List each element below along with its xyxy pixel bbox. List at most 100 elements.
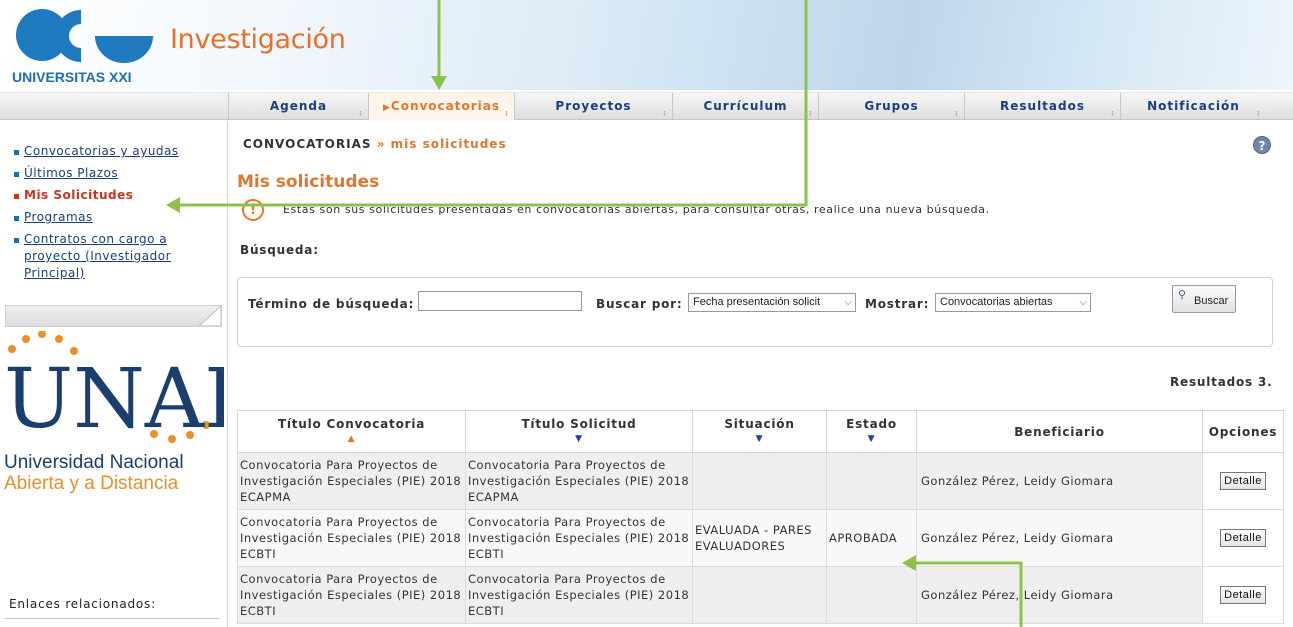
- nav-label: Currículum: [703, 99, 788, 113]
- search-button[interactable]: ⚲ Buscar: [1172, 285, 1236, 313]
- sidebar-link[interactable]: Contratos con cargo a proyecto (Investig…: [24, 232, 171, 280]
- col-titulo-solicitud[interactable]: Título Solicitud ▼: [465, 410, 693, 453]
- results-count: Resultados 3.: [1170, 375, 1273, 389]
- search-term-input[interactable]: [418, 291, 582, 311]
- show-value: Convocatorias abiertas: [940, 296, 1053, 308]
- sidebar-link[interactable]: Mis Solicitudes: [24, 188, 133, 202]
- breadcrumb-current: mis solicitudes: [390, 137, 507, 151]
- org-name: UNIVERSITAS XXI: [12, 69, 132, 85]
- table-row: Convocatoria Para Proyectos de Investiga…: [237, 566, 1284, 624]
- col-opciones: Opciones: [1202, 410, 1284, 453]
- cell-solicitud: Convocatoria Para Proyectos de Investiga…: [465, 509, 693, 567]
- nav-label: Convocatorias: [390, 99, 501, 113]
- divider: [5, 618, 220, 619]
- search-term-label: Término de búsqueda:: [248, 297, 415, 311]
- main-nav: Agenda ⁞ ▶Convocatorias ⁞ Proyectos ⁞ Currí…: [0, 92, 1293, 120]
- nav-grupos[interactable]: Grupos ⁞: [818, 93, 964, 120]
- help-icon[interactable]: ?: [1253, 136, 1271, 154]
- search-icon: ⚲: [1178, 289, 1187, 301]
- sort-desc-icon[interactable]: ▼: [827, 434, 916, 444]
- sort-asc-icon[interactable]: ▲: [238, 434, 465, 444]
- table-header-row: Título Convocatoria ▲ Título Solicitud ▼ S…: [237, 410, 1284, 453]
- nav-label: Resultados: [1000, 99, 1085, 113]
- cell-solicitud: Convocatoria Para Proyectos de Investiga…: [465, 566, 693, 624]
- col-estado[interactable]: Estado ▼: [826, 410, 917, 453]
- sidebar-item-ultimos-plazos: Últimos Plazos: [14, 165, 224, 182]
- universitas-logo-icon: [16, 9, 153, 63]
- grip-icon: ⁞: [359, 110, 363, 118]
- cell-opciones: Detalle: [1202, 452, 1284, 510]
- sidebar-link[interactable]: Programas: [24, 210, 93, 224]
- chevron-down-icon: ⌵: [1079, 297, 1087, 308]
- search-heading: Búsqueda:: [240, 243, 319, 257]
- column-label: Beneficiario: [1014, 424, 1105, 439]
- grip-icon: ⁞: [809, 110, 813, 118]
- column-label: Título Solicitud: [521, 417, 637, 431]
- cell-beneficiario: González Pérez, Leidy Giomara: [916, 509, 1203, 567]
- institution-name-line1: Universidad Nacional: [4, 452, 184, 473]
- sidebar-item-contratos: Contratos con cargo a proyecto (Investig…: [14, 231, 224, 282]
- nav-proyectos[interactable]: Proyectos ⁞: [514, 93, 672, 120]
- cell-convocatoria: Convocatoria Para Proyectos de Investiga…: [237, 452, 466, 510]
- cell-situacion: [692, 452, 827, 510]
- col-situacion[interactable]: Situación ▼: [692, 410, 827, 453]
- requests-table: Título Convocatoria ▲ Título Solicitud ▼ S…: [237, 410, 1284, 624]
- show-select[interactable]: Convocatorias abiertas ⌵: [935, 293, 1091, 312]
- institution-name: Universidad Nacional Abierta y a Distanc…: [4, 452, 184, 494]
- column-label: Estado: [846, 417, 897, 431]
- grip-icon: ⁞: [1257, 110, 1261, 118]
- nav-label: Proyectos: [555, 99, 632, 113]
- grip-icon: ⁞: [663, 110, 667, 118]
- related-links-label: Enlaces relacionados:: [9, 597, 156, 611]
- detail-button[interactable]: Detalle: [1220, 472, 1266, 490]
- cell-opciones: Detalle: [1202, 509, 1284, 567]
- page-fold-icon: [199, 306, 221, 326]
- breadcrumb-section[interactable]: CONVOCATORIAS: [243, 137, 372, 151]
- nav-notificacion[interactable]: Notificación ⁞: [1120, 93, 1266, 120]
- nav-resultados[interactable]: Resultados ⁞: [964, 93, 1120, 120]
- page: Investigación UNIVERSITAS XXI Agenda ⁞ ▶C…: [0, 0, 1293, 627]
- search-by-value: Fecha presentación solicit: [693, 296, 821, 308]
- column-label: Situación: [724, 417, 795, 431]
- cell-estado: [826, 566, 917, 624]
- sidebar-menu: Convocatorias y ayudas Últimos Plazos Mi…: [14, 143, 224, 287]
- sidebar-item-mis-solicitudes: Mis Solicitudes: [14, 187, 224, 204]
- header-banner: Investigación UNIVERSITAS XXI: [0, 0, 1293, 90]
- detail-button[interactable]: Detalle: [1220, 586, 1266, 604]
- info-icon: !: [242, 199, 264, 221]
- sidebar-link[interactable]: Convocatorias y ayudas: [24, 144, 179, 158]
- cell-solicitud: Convocatoria Para Proyectos de Investiga…: [465, 452, 693, 510]
- sort-desc-icon[interactable]: ▼: [466, 434, 692, 444]
- sidebar-item-programas: Programas: [14, 209, 224, 226]
- page-title: Mis solicitudes: [237, 172, 380, 192]
- search-panel: Término de búsqueda: Buscar por: Fecha p…: [237, 277, 1273, 347]
- cell-convocatoria: Convocatoria Para Proyectos de Investiga…: [237, 509, 466, 567]
- column-label: Título Convocatoria: [277, 417, 426, 431]
- chevron-down-icon: ⌵: [844, 297, 852, 308]
- detail-button[interactable]: Detalle: [1220, 529, 1266, 547]
- breadcrumb-separator: »: [376, 137, 386, 151]
- sidebar: Convocatorias y ayudas Últimos Plazos Mi…: [0, 121, 228, 627]
- cell-convocatoria: Convocatoria Para Proyectos de Investiga…: [237, 566, 466, 624]
- cell-beneficiario: González Pérez, Leidy Giomara: [916, 452, 1203, 510]
- sidebar-link[interactable]: Últimos Plazos: [24, 166, 118, 180]
- show-label: Mostrar:: [865, 297, 930, 311]
- nav-agenda[interactable]: Agenda ⁞: [228, 93, 368, 120]
- cell-situacion: [692, 566, 827, 624]
- col-titulo-convocatoria[interactable]: Título Convocatoria ▲: [237, 410, 466, 453]
- app-brand: Investigación: [170, 24, 346, 55]
- sidebar-item-convocatorias: Convocatorias y ayudas: [14, 143, 224, 160]
- search-by-label: Buscar por:: [596, 297, 683, 311]
- cell-situacion: EVALUADA - PARES EVALUADORES: [692, 509, 827, 567]
- info-message: Estas son sus solicitudes presentadas en…: [283, 203, 990, 216]
- nav-label: Agenda: [269, 99, 328, 113]
- nav-convocatorias[interactable]: ▶Convocatorias ⁞: [368, 93, 514, 120]
- column-label: Opciones: [1208, 424, 1278, 439]
- sort-desc-icon[interactable]: ▼: [693, 434, 826, 444]
- table-row: Convocatoria Para Proyectos de Investiga…: [237, 509, 1284, 567]
- nav-curriculum[interactable]: Currículum ⁞: [672, 93, 818, 120]
- search-by-select[interactable]: Fecha presentación solicit ⌵: [688, 293, 856, 312]
- cell-beneficiario: González Pérez, Leidy Giomara: [916, 566, 1203, 624]
- grip-icon: ⁞: [955, 110, 959, 118]
- sidebar-divider-tab: [5, 305, 222, 327]
